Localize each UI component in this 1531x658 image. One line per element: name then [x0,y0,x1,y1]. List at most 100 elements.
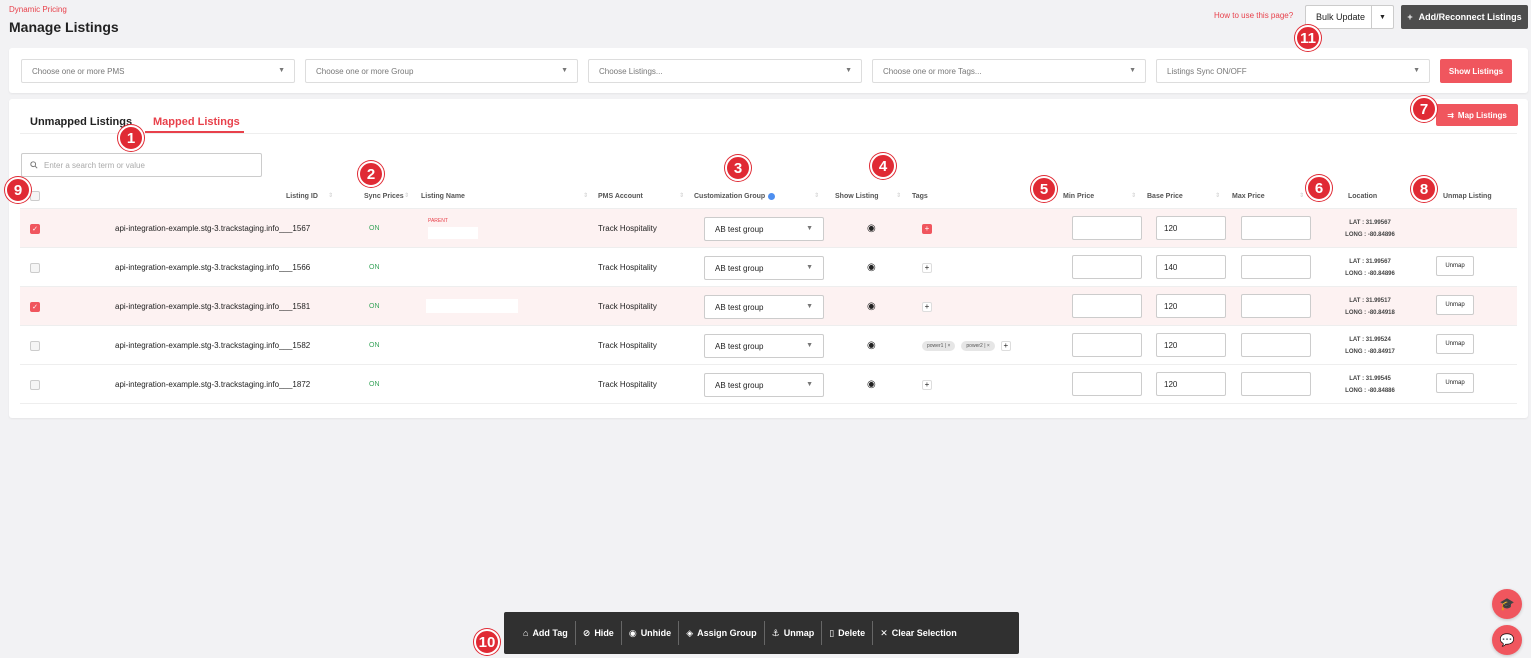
base-price-input[interactable]: 120 [1156,216,1226,240]
group-select[interactable]: AB test group ▼ [704,373,824,397]
select-all-checkbox[interactable] [30,191,40,201]
chat-icon[interactable]: 💬 [1492,625,1522,655]
min-price-input[interactable] [1072,216,1142,240]
sync-status[interactable]: ON [369,248,380,287]
eye-icon[interactable]: ◉ [867,209,876,248]
sort-icon[interactable]: ⇕ [1299,192,1304,199]
max-price-input[interactable] [1241,255,1311,279]
sort-icon[interactable]: ⇕ [583,192,588,199]
info-icon[interactable] [768,193,776,200]
tab-unmapped-listings[interactable]: Unmapped Listings [30,116,132,128]
sort-icon[interactable]: ⇕ [679,192,684,199]
min-price-input[interactable] [1072,255,1142,279]
col-show-listing[interactable]: Show Listing [835,193,879,200]
clear-selection-action[interactable]: ✕ Clear Selection [873,621,964,645]
search-box[interactable] [21,153,262,177]
eye-icon[interactable]: ◉ [867,365,876,404]
sort-icon[interactable]: ⇕ [404,192,409,199]
col-pms-account[interactable]: PMS Account [598,193,643,200]
table-row[interactable]: api-integration-example.stg-3.trackstagi… [20,248,1517,287]
col-customization-group[interactable]: Customization Group [694,193,776,200]
row-checkbox[interactable] [30,379,40,390]
add-reconnect-button[interactable]: + Add/Reconnect Listings [1401,5,1528,29]
base-price-input[interactable]: 120 [1156,372,1226,396]
sort-icon[interactable]: ⇕ [1131,192,1136,199]
table-row[interactable]: api-integration-example.stg-3.trackstagi… [20,326,1517,365]
add-tag-icon[interactable]: + [922,379,932,390]
sync-status[interactable]: ON [369,209,380,248]
assign-group-action[interactable]: ◈ Assign Group [679,621,765,645]
delete-action[interactable]: ▯ Delete [822,621,874,645]
base-price-input[interactable]: 140 [1156,255,1226,279]
max-price-input[interactable] [1241,216,1311,240]
sort-icon[interactable]: ⇕ [896,192,901,199]
max-price-input[interactable] [1241,294,1311,318]
unmap-button[interactable]: Unmap [1436,373,1474,393]
col-tags[interactable]: Tags [912,193,928,200]
how-to-link[interactable]: How to use this page? [1214,11,1293,20]
sync-status[interactable]: ON [369,326,380,365]
sort-icon[interactable]: ⇕ [1215,192,1220,199]
col-sync-prices[interactable]: Sync Prices [364,193,404,200]
tag-chip[interactable]: power1 | × [922,340,956,351]
table-row[interactable]: api-integration-example.stg-3.trackstagi… [20,365,1517,404]
search-input[interactable] [44,160,244,170]
sort-icon[interactable]: ⇕ [814,192,819,199]
unmap-button[interactable]: Unmap [1436,256,1474,276]
listings-filter[interactable]: Choose Listings... ▼ [588,59,862,83]
group-select[interactable]: AB test group ▼ [704,334,824,358]
breadcrumb[interactable]: Dynamic Pricing [9,5,67,14]
eye-icon[interactable]: ◉ [867,287,876,326]
min-price-input[interactable] [1072,372,1142,396]
map-listings-button[interactable]: ⇉ Map Listings [1436,104,1518,126]
add-tag-icon[interactable]: + [922,301,932,312]
close-icon[interactable]: × [947,343,950,349]
show-listings-button[interactable]: Show Listings [1440,59,1512,83]
sort-icon[interactable]: ⇕ [328,192,333,199]
group-select[interactable]: AB test group ▼ [704,256,824,280]
add-tag-action[interactable]: ⌂ Add Tag [516,621,576,645]
row-checkbox[interactable]: ✓ [30,301,40,312]
tab-mapped-listings[interactable]: Mapped Listings [153,116,240,128]
col-unmap-listing[interactable]: Unmap Listing [1443,193,1492,200]
col-base-price[interactable]: Base Price [1147,193,1183,200]
hide-action[interactable]: ⊘ Hide [576,621,622,645]
unmap-button[interactable]: Unmap [1436,334,1474,354]
max-price-input[interactable] [1241,333,1311,357]
caret-down-icon[interactable]: ▼ [1371,6,1393,28]
bulk-update-dropdown[interactable]: Bulk Update ▼ [1305,5,1394,29]
add-tag-icon[interactable]: + [1000,340,1011,351]
graduation-cap-icon[interactable]: 🎓 [1492,589,1522,619]
min-price-input[interactable] [1072,333,1142,357]
sync-filter[interactable]: Listings Sync ON/OFF ▼ [1156,59,1430,83]
sync-status[interactable]: ON [369,365,380,404]
group-select[interactable]: AB test group ▼ [704,295,824,319]
unmap-action[interactable]: ⚓ Unmap [765,621,823,645]
row-checkbox[interactable] [30,262,40,273]
base-price-input[interactable]: 120 [1156,333,1226,357]
col-min-price[interactable]: Min Price [1063,193,1094,200]
group-filter[interactable]: Choose one or more Group ▼ [305,59,578,83]
eye-icon[interactable]: ◉ [867,326,876,365]
table-row[interactable]: ✓ api-integration-example.stg-3.tracksta… [20,209,1517,248]
col-max-price[interactable]: Max Price [1232,193,1265,200]
tags-filter[interactable]: Choose one or more Tags... ▼ [872,59,1146,83]
row-checkbox[interactable] [30,340,40,351]
col-location[interactable]: Location [1348,193,1377,200]
unmap-button[interactable]: Unmap [1436,295,1474,315]
pms-filter[interactable]: Choose one or more PMS ▼ [21,59,295,83]
unhide-action[interactable]: ◉ Unhide [622,621,680,645]
col-listing-id[interactable]: Listing ID [286,193,318,200]
row-checkbox[interactable]: ✓ [30,223,40,234]
tag-chip[interactable]: power2 | × [961,340,995,351]
min-price-input[interactable] [1072,294,1142,318]
max-price-input[interactable] [1241,372,1311,396]
close-icon[interactable]: × [987,343,990,349]
table-row[interactable]: ✓ api-integration-example.stg-3.tracksta… [20,287,1517,326]
add-tag-icon[interactable]: + [922,223,932,234]
eye-icon[interactable]: ◉ [867,248,876,287]
base-price-input[interactable]: 120 [1156,294,1226,318]
group-select[interactable]: AB test group ▼ [704,217,824,241]
sync-status[interactable]: ON [369,287,380,326]
col-listing-name[interactable]: Listing Name [421,193,465,200]
